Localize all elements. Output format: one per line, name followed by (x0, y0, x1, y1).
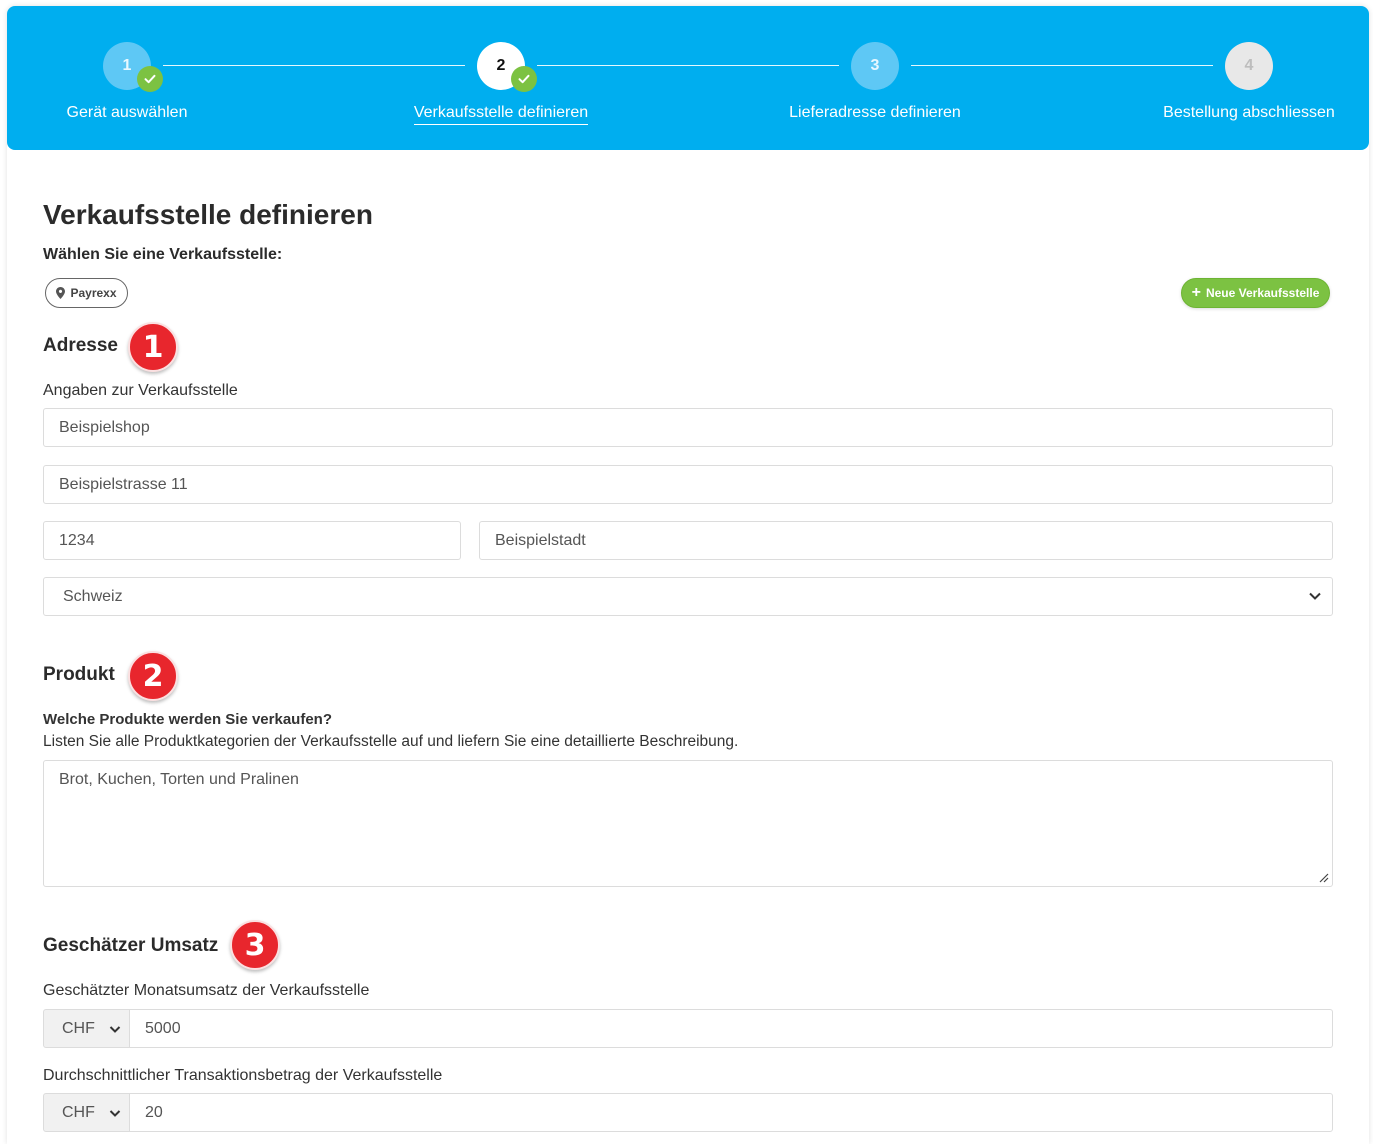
check-icon (511, 66, 537, 92)
address-section-title: Adresse (43, 335, 118, 356)
chevron-down-icon (1309, 592, 1321, 600)
step-label: Verkaufsstelle definieren (413, 104, 589, 125)
step-badge-2: 2 (128, 651, 178, 701)
currency-value: CHF (62, 1019, 95, 1037)
city-input[interactable]: Beispielstadt (479, 521, 1333, 560)
plus-icon: + (1191, 284, 1201, 301)
pos-chip-payrexx[interactable]: Payrexx (45, 278, 128, 308)
check-icon (137, 66, 163, 92)
avg-transaction-label: Durchschnittlicher Transaktionsbetrag de… (43, 1067, 443, 1084)
step-label: Gerät auswählen (66, 104, 188, 121)
progress-stepper: 1 Gerät auswählen 2 Verkaufsstelle defin… (7, 6, 1369, 150)
step-connector (911, 65, 1213, 66)
page-container: 1 Gerät auswählen 2 Verkaufsstelle defin… (7, 6, 1369, 1144)
step-connector (163, 65, 465, 66)
avg-currency-select[interactable]: CHF (43, 1093, 130, 1132)
step-badge-1: 1 (128, 322, 178, 372)
country-value: Schweiz (63, 587, 123, 605)
address-label: Angaben zur Verkaufsstelle (43, 382, 238, 399)
step-label: Lieferadresse definieren (789, 104, 961, 121)
currency-value: CHF (62, 1103, 95, 1121)
product-description-value: Brot, Kuchen, Torten und Pralinen (59, 771, 299, 788)
new-pos-button[interactable]: + Neue Verkaufsstelle (1181, 278, 1330, 308)
resize-handle-icon[interactable] (1319, 873, 1329, 883)
monthly-revenue-input[interactable]: 5000 (129, 1009, 1333, 1048)
step-connector (537, 65, 839, 66)
avg-transaction-input[interactable]: 20 (129, 1093, 1333, 1132)
chip-label: Payrexx (70, 286, 117, 300)
monthly-currency-select[interactable]: CHF (43, 1009, 130, 1048)
new-pos-label: Neue Verkaufsstelle (1205, 286, 1320, 300)
revenue-section-title: Geschätzer Umsatz (43, 935, 219, 956)
map-pin-icon (56, 287, 66, 299)
monthly-revenue-label: Geschätzter Monatsumsatz der Verkaufsste… (43, 982, 370, 999)
step-number: 4 (1225, 42, 1273, 90)
product-description-textarea[interactable]: Brot, Kuchen, Torten und Pralinen (43, 760, 1333, 887)
shop-name-input[interactable]: Beispielshop (43, 408, 1333, 447)
product-section-title: Produkt (43, 664, 115, 685)
step-number: 3 (851, 42, 899, 90)
choose-pos-label: Wählen Sie eine Verkaufsstelle: (43, 246, 283, 263)
chevron-down-icon (109, 1110, 121, 1117)
country-select[interactable]: Schweiz (43, 577, 1333, 616)
step-badge-3: 3 (230, 920, 280, 970)
product-question: Welche Produkte werden Sie verkaufen? (43, 711, 332, 728)
street-input[interactable]: Beispielstrasse 11 (43, 465, 1333, 504)
product-hint: Listen Sie alle Produktkategorien der Ve… (43, 733, 739, 750)
chevron-down-icon (109, 1026, 121, 1033)
step-label: Bestellung abschliessen (1163, 104, 1335, 121)
zip-input[interactable]: 1234 (43, 521, 461, 560)
page-title: Verkaufsstelle definieren (43, 199, 373, 230)
